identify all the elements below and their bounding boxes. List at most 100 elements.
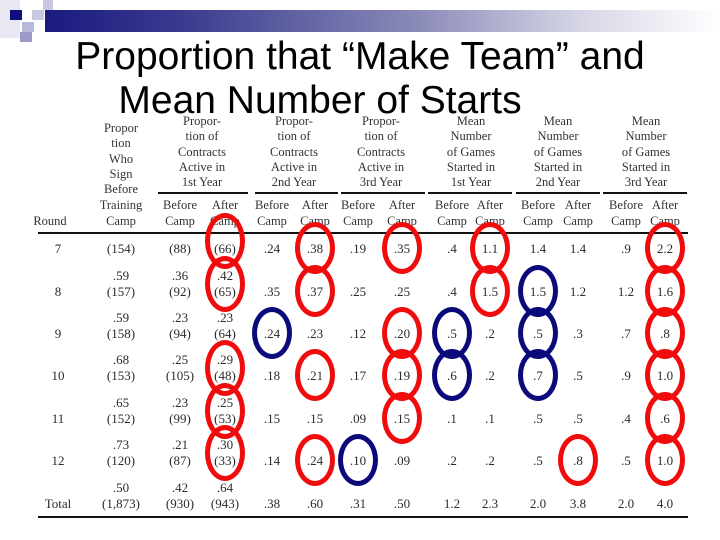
table-cell: .2 bbox=[485, 453, 495, 468]
table-cell-count: (154) bbox=[106, 241, 136, 256]
table-cell: .5 bbox=[533, 453, 543, 468]
table-cell: .5 bbox=[621, 453, 631, 468]
red-highlight-circle bbox=[382, 392, 422, 444]
table-cell: .4 bbox=[447, 241, 457, 256]
table-cell: .35 bbox=[263, 284, 281, 299]
table-cell: .7 bbox=[621, 326, 631, 341]
subheader-before-camp: Before bbox=[434, 198, 470, 212]
table-cell-proportion: .50 bbox=[112, 480, 130, 495]
red-highlight-circle bbox=[205, 425, 245, 481]
table-cell: .3 bbox=[573, 326, 583, 341]
table-cell: .15 bbox=[263, 411, 281, 426]
group-header-line: Propor- bbox=[183, 114, 221, 128]
group-rule bbox=[516, 192, 600, 194]
red-highlight-circle bbox=[205, 256, 245, 312]
table-cell: .23 bbox=[306, 326, 324, 341]
table-cell: .60 bbox=[306, 496, 324, 511]
table-cell-round: Total bbox=[44, 496, 72, 511]
data-table: Propor tion Who Sign Before Propor-tion of Con… bbox=[0, 0, 720, 540]
group-header-line: Mean bbox=[456, 114, 486, 128]
subheader-before-camp: Camp bbox=[257, 214, 287, 228]
table-cell-round: 11 bbox=[51, 411, 65, 426]
subheader-after-camp: After bbox=[564, 198, 592, 212]
subheader-after-camp: After bbox=[476, 198, 504, 212]
table-cell-count: (930) bbox=[165, 496, 195, 511]
blue-highlight-circle bbox=[518, 349, 558, 401]
table-cell: .9 bbox=[621, 368, 631, 383]
subheader-before-camp: Before bbox=[254, 198, 290, 212]
red-highlight-circle bbox=[645, 434, 685, 486]
table-cell: 1.2 bbox=[443, 496, 461, 511]
group-rule bbox=[341, 192, 425, 194]
bottom-rule bbox=[38, 516, 688, 518]
group-header-line: Propor- bbox=[362, 114, 400, 128]
group-header-line: Active in bbox=[357, 159, 405, 174]
table-cell-count: (158) bbox=[106, 326, 136, 341]
group-header-line: of Games bbox=[621, 144, 671, 159]
table-cell-proportion: .65 bbox=[112, 395, 130, 410]
group-header-line: tion of bbox=[364, 129, 398, 144]
subheader-before-camp: Before bbox=[340, 198, 376, 212]
group-header-line: 1st Year bbox=[450, 175, 492, 190]
table-cell: .15 bbox=[306, 411, 324, 426]
red-highlight-circle bbox=[295, 349, 335, 401]
table-cell: 3.8 bbox=[569, 496, 587, 511]
table-cell: .9 bbox=[621, 241, 631, 256]
table-cell: .2 bbox=[485, 368, 495, 383]
table-cell-proportion: .68 bbox=[112, 352, 130, 367]
table-cell-proportion: .23 bbox=[216, 310, 234, 325]
table-cell-count: (87) bbox=[169, 453, 191, 468]
table-cell: 2.3 bbox=[481, 496, 499, 511]
table-cell: .2 bbox=[447, 453, 457, 468]
group-header-line: Started in bbox=[621, 159, 671, 174]
table-cell: .14 bbox=[263, 453, 281, 468]
table-cell: 1.2 bbox=[569, 284, 587, 299]
red-highlight-circle bbox=[558, 434, 598, 486]
group-header-line: 3rd Year bbox=[624, 175, 668, 190]
red-highlight-circle bbox=[382, 222, 422, 274]
group-header-line: Contracts bbox=[270, 144, 318, 159]
group-header-line: tion of bbox=[185, 129, 219, 144]
subheader-before-camp: Before bbox=[162, 198, 198, 212]
subheader-training: Camp bbox=[106, 214, 136, 228]
table-cell: .5 bbox=[533, 411, 543, 426]
table-cell: .38 bbox=[263, 496, 281, 511]
table-cell: .18 bbox=[263, 368, 281, 383]
table-cell-round: 12 bbox=[51, 453, 65, 468]
group-rule bbox=[428, 192, 512, 194]
table-cell-count: (88) bbox=[169, 241, 191, 256]
subheader-after-camp: After bbox=[388, 198, 416, 212]
table-cell: 1.2 bbox=[617, 284, 635, 299]
table-cell: 1.4 bbox=[569, 241, 587, 256]
group-header-line: Sign bbox=[109, 166, 133, 181]
table-cell: .4 bbox=[447, 284, 457, 299]
group-header-line: Started in bbox=[533, 159, 583, 174]
table-cell: 1.4 bbox=[529, 241, 547, 256]
table-cell-count: (99) bbox=[169, 411, 191, 426]
table-cell-round: 9 bbox=[54, 326, 62, 341]
subheader-before-camp: Camp bbox=[343, 214, 373, 228]
table-cell-proportion: .59 bbox=[112, 310, 130, 325]
table-cell-round: 7 bbox=[54, 241, 62, 256]
table-cell-proportion: .59 bbox=[112, 268, 130, 283]
table-cell-proportion: .23 bbox=[171, 395, 189, 410]
subheader-after-camp: Camp bbox=[563, 214, 593, 228]
subheader-before-camp: Before bbox=[520, 198, 556, 212]
table-cell: .5 bbox=[573, 411, 583, 426]
subheader-round: Round bbox=[33, 214, 67, 228]
group-header-line: Contracts bbox=[178, 144, 226, 159]
table-cell-count: (94) bbox=[169, 326, 191, 341]
subheader-before-camp: Camp bbox=[437, 214, 467, 228]
subheader-before-camp: Camp bbox=[165, 214, 195, 228]
group-rule bbox=[158, 192, 248, 194]
table-cell-count: (105) bbox=[165, 368, 195, 383]
blue-highlight-circle bbox=[338, 434, 378, 486]
table-cell: .5 bbox=[573, 368, 583, 383]
group-header-line: Mean bbox=[543, 114, 573, 128]
group-rule bbox=[603, 192, 687, 194]
group-header-line: Number bbox=[450, 129, 492, 144]
group-header-line: 3rd Year bbox=[359, 175, 403, 190]
group-header-line: Contracts bbox=[357, 144, 405, 159]
group-header-line: Active in bbox=[270, 159, 318, 174]
table-cell: 2.0 bbox=[617, 496, 635, 511]
